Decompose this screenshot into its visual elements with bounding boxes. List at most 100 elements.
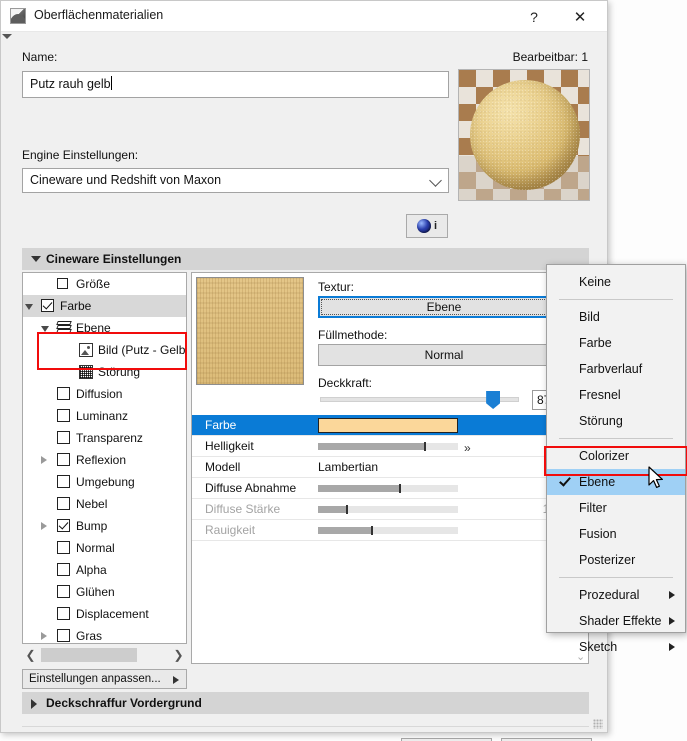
section-header-cineware[interactable]: Cineware Einstellungen (22, 248, 589, 270)
channel-checkbox[interactable] (57, 563, 70, 576)
parameter-row[interactable]: Modell Lambertian (192, 457, 588, 478)
chevron-down-icon[interactable] (25, 304, 33, 310)
channel-checkbox[interactable] (57, 475, 70, 488)
material-preview[interactable] (458, 69, 590, 201)
parameter-slider-handle[interactable] (346, 505, 348, 514)
menu-separator (559, 438, 673, 439)
channel-checkbox[interactable] (57, 431, 70, 444)
chevron-right-icon[interactable] (41, 522, 47, 530)
section-header-deckschraffur[interactable]: Deckschraffur Vordergrund (22, 692, 589, 714)
parameter-name: Rauigkeit (205, 523, 256, 537)
menu-item-farbe[interactable]: Farbe (547, 330, 685, 356)
tree-item-gl-hen[interactable]: Glühen (23, 581, 186, 603)
menu-item-label: Farbe (579, 336, 612, 350)
texture-thumbnail[interactable] (196, 277, 304, 385)
channel-checkbox[interactable] (57, 541, 70, 554)
tree-item-bump[interactable]: Bump (23, 515, 186, 537)
parameter-row[interactable]: Diffuse Abnahme8 (192, 478, 588, 499)
channel-checkbox[interactable] (57, 409, 70, 422)
channel-checkbox[interactable] (57, 629, 70, 642)
chevron-right-icon (31, 699, 37, 709)
menu-item-prozedural[interactable]: Prozedural (547, 582, 685, 608)
parameter-text-value[interactable]: Lambertian (318, 460, 378, 474)
tree-item-farbe[interactable]: Farbe (23, 295, 186, 317)
tree-item-nebel[interactable]: Nebel (23, 493, 186, 515)
tree-item-label: Bump (76, 519, 108, 533)
fillmethod-button[interactable]: Normal (318, 344, 570, 366)
parameter-row[interactable]: Farbe (192, 415, 588, 436)
parameter-slider[interactable] (318, 484, 458, 493)
texture-button-label: Ebene (426, 300, 462, 314)
chevron-right-icon[interactable] (41, 456, 47, 464)
section-title-deckschraffur: Deckschraffur Vordergrund (46, 696, 202, 710)
channel-checkbox[interactable] (57, 497, 70, 510)
parameter-row[interactable]: Rauigkeit5 (192, 520, 588, 541)
menu-item-keine[interactable]: Keine (547, 269, 685, 295)
parameter-row[interactable]: Diffuse Stärke10 (192, 499, 588, 520)
material-name-input[interactable]: Putz rauh gelb (22, 71, 449, 98)
menu-item-filter[interactable]: Filter (547, 495, 685, 521)
tree-item-bild-putz-gelb-rau[interactable]: Bild (Putz - Gelb Rau (23, 339, 186, 361)
chevron-right-icon[interactable] (41, 632, 47, 640)
texture-button[interactable]: Ebene (318, 296, 570, 318)
scroll-right-icon[interactable]: ❯ (170, 646, 187, 664)
channel-tree[interactable]: Größe Farbe Ebene Bild (Putz - Gelb Rau Stör… (22, 272, 187, 644)
expand-parameter-icon[interactable]: » (464, 441, 470, 455)
menu-item-fresnel[interactable]: Fresnel (547, 382, 685, 408)
tree-item-normal[interactable]: Normal (23, 537, 186, 559)
tree-item-reflexion[interactable]: Reflexion (23, 449, 186, 471)
window-title: Oberflächenmaterialien (34, 8, 164, 22)
menu-item-sketch[interactable]: Sketch (547, 634, 685, 660)
channel-checkbox[interactable] (57, 387, 70, 400)
tree-item-diffusion[interactable]: Diffusion (23, 383, 186, 405)
tree-item-transparenz[interactable]: Transparenz (23, 427, 186, 449)
adjust-settings-button[interactable]: Einstellungen anpassen... (22, 669, 187, 689)
channel-checkbox[interactable] (57, 453, 70, 466)
channel-checkbox[interactable] (57, 607, 70, 620)
close-button[interactable]: ✕ (561, 1, 599, 32)
tree-item-st-rung[interactable]: Störung (23, 361, 186, 383)
tree-item-displacement[interactable]: Displacement (23, 603, 186, 625)
tree-item-luminanz[interactable]: Luminanz (23, 405, 186, 427)
menu-item-st-rung[interactable]: Störung (547, 408, 685, 434)
menu-item-label: Fresnel (579, 388, 621, 402)
engine-select[interactable]: Cineware und Redshift von Maxon (22, 168, 449, 193)
menu-item-label: Sketch (579, 640, 618, 654)
parameter-slider[interactable] (318, 442, 458, 451)
channel-checkbox[interactable] (57, 519, 70, 532)
parameter-slider[interactable] (318, 526, 458, 535)
parameter-slider-handle[interactable] (399, 484, 402, 493)
parameter-row[interactable]: Helligkeit8» (192, 436, 588, 457)
tree-item-label: Reflexion (76, 453, 127, 467)
fillmethod-label: Füllmethode: (318, 328, 388, 342)
menu-item-bild[interactable]: Bild (547, 304, 685, 330)
chevron-down-icon[interactable] (41, 326, 49, 332)
shader-type-menu[interactable]: Keine Bild Farbe Farbverlauf Fresnel Störung C… (546, 264, 686, 654)
menu-item-label: Ebene (579, 475, 616, 489)
parameter-slider-handle[interactable] (424, 442, 427, 451)
menu-item-fusion[interactable]: Fusion (547, 521, 685, 547)
menu-item-shader-effekte[interactable]: Shader Effekte (547, 608, 685, 634)
opacity-slider-handle[interactable] (486, 391, 501, 409)
resize-grip[interactable] (593, 719, 603, 729)
tree-item-alpha[interactable]: Alpha (23, 559, 186, 581)
color-swatch[interactable] (318, 418, 458, 433)
menu-item-farbverlauf[interactable]: Farbverlauf (547, 356, 685, 382)
parameter-slider-handle[interactable] (371, 526, 374, 535)
tree-item-gras[interactable]: Gras (23, 625, 186, 643)
tree-item-gr-e[interactable]: Größe (23, 273, 186, 295)
channel-checkbox[interactable] (57, 585, 70, 598)
tree-item-label: Gras (76, 629, 103, 643)
help-button[interactable]: ? (515, 1, 553, 32)
engine-info-button[interactable]: i (406, 214, 448, 238)
scrollbar-thumb[interactable] (41, 648, 137, 662)
tree-item-label: Luminanz (76, 409, 129, 423)
channel-checkbox[interactable] (41, 299, 54, 312)
scroll-left-icon[interactable]: ❮ (22, 646, 39, 664)
menu-item-label: Filter (579, 501, 607, 515)
parameter-slider[interactable] (318, 505, 458, 514)
menu-item-posterizer[interactable]: Posterizer (547, 547, 685, 573)
tree-item-ebene[interactable]: Ebene (23, 317, 186, 339)
tree-item-umgebung[interactable]: Umgebung (23, 471, 186, 493)
tree-horizontal-scrollbar[interactable]: ❮ ❯ (22, 646, 187, 664)
